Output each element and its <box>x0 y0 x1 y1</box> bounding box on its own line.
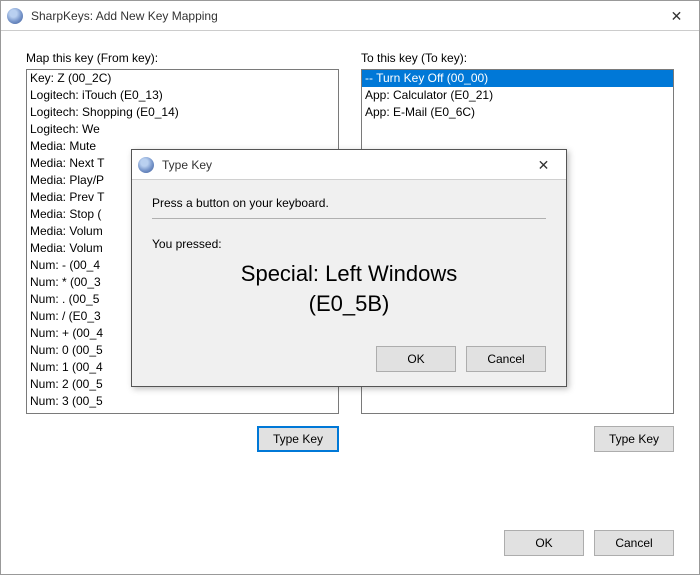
dialog-key-readout: Special: Left Windows (E0_5B) <box>152 259 546 318</box>
list-item[interactable]: Logitech: Shopping (E0_14) <box>27 104 338 121</box>
close-icon[interactable]: ✕ <box>654 1 699 31</box>
from-group-label: Map this key (From key): <box>26 51 339 69</box>
list-item[interactable]: Logitech: iTouch (E0_13) <box>27 87 338 104</box>
dialog-body: Press a button on your keyboard. You pre… <box>132 180 566 386</box>
list-item[interactable]: App: Calculator (E0_21) <box>362 87 673 104</box>
main-cancel-button[interactable]: Cancel <box>594 530 674 556</box>
main-titlebar: SharpKeys: Add New Key Mapping ✕ <box>1 1 699 31</box>
list-item[interactable]: Key: Z (00_2C) <box>27 70 338 87</box>
divider <box>152 218 546 219</box>
dialog-key-line1: Special: Left Windows <box>241 261 457 286</box>
main-ok-button[interactable]: OK <box>504 530 584 556</box>
dialog-key-line2: (E0_5B) <box>309 291 390 316</box>
from-type-key-button[interactable]: Type Key <box>257 426 339 452</box>
dialog-ok-button[interactable]: OK <box>376 346 456 372</box>
list-item[interactable]: Num: 3 (00_5 <box>27 393 338 410</box>
main-button-row: OK Cancel <box>504 530 674 556</box>
dialog-cancel-button[interactable]: Cancel <box>466 346 546 372</box>
dialog-titlebar: Type Key ✕ <box>132 150 566 180</box>
list-item[interactable]: -- Turn Key Off (00_00) <box>362 70 673 87</box>
to-type-key-button[interactable]: Type Key <box>594 426 674 452</box>
close-icon[interactable]: ✕ <box>521 150 566 180</box>
type-key-dialog: Type Key ✕ Press a button on your keyboa… <box>131 149 567 387</box>
dialog-button-row: OK Cancel <box>152 346 546 372</box>
list-item[interactable]: App: E-Mail (E0_6C) <box>362 104 673 121</box>
list-item[interactable]: Logitech: We <box>27 121 338 138</box>
app-icon <box>7 8 23 24</box>
window-title: SharpKeys: Add New Key Mapping <box>31 9 218 23</box>
dialog-instruction: Press a button on your keyboard. <box>152 196 546 210</box>
dialog-title: Type Key <box>162 158 212 172</box>
dialog-pressed-label: You pressed: <box>152 237 546 251</box>
to-group-label: To this key (To key): <box>361 51 674 69</box>
app-icon <box>138 157 154 173</box>
